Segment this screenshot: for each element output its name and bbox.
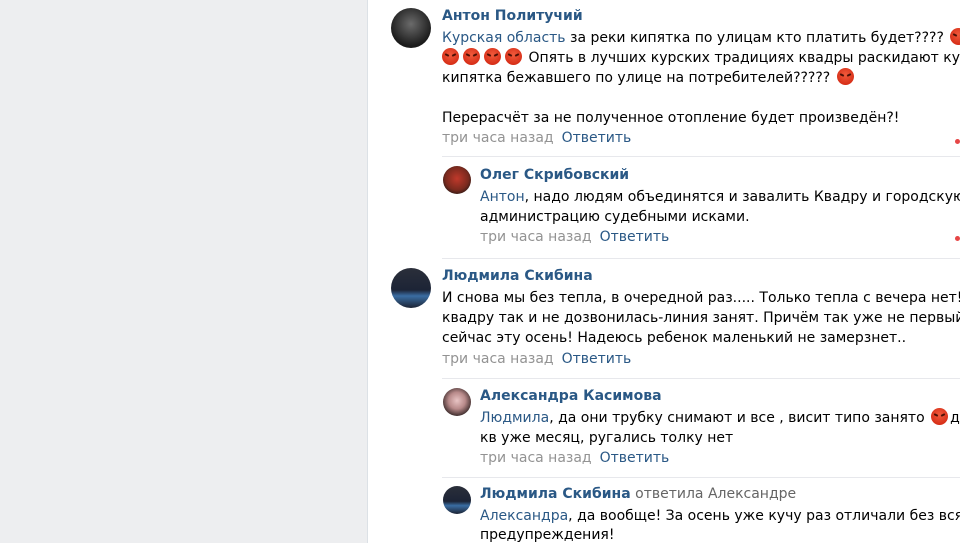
comment-text-line: кв уже месяц, ругались толку нет [480,430,734,446]
comment-text-line: Антон, надо людям объединятся и завалить… [480,189,960,205]
comment-text-line: И снова мы без тепла, в очередной раз...… [442,290,960,306]
comment-text-line: предупреждения! [480,527,615,543]
angry-face-icon [950,28,960,45]
comment-meta: три часа назад Ответить [480,229,669,245]
comment-text-line: Курская область за реки кипятка по улица… [442,28,960,48]
left-sidebar-background [0,0,367,543]
comment-text-line: кипятка бежавшего по улице на потребител… [442,68,856,88]
comment-time[interactable]: три часа назад [480,450,592,466]
column-divider [367,0,368,543]
comment-text-line: Александра, да вообще! За осень уже кучу… [480,508,960,524]
comment-divider [442,378,960,379]
comment-author[interactable]: Олег Скрибовский [480,167,629,183]
angry-face-icon [931,408,949,425]
angry-face-icon [836,68,854,85]
comment-time[interactable]: три часа назад [480,229,592,245]
reply-button[interactable]: Ответить [600,229,670,245]
comment-text-line: администрацию судебными исками. [480,209,750,225]
like-icon[interactable] [955,139,960,144]
like-icon[interactable] [955,236,960,241]
mention-link[interactable]: Александра [480,508,568,524]
comment-time[interactable]: три часа назад [442,130,554,146]
comment-author[interactable]: Людмила Скибина [442,268,593,284]
reply-button[interactable]: Ответить [600,450,670,466]
reply-button[interactable]: Ответить [562,351,632,367]
angry-face-icon [484,48,501,65]
comment-divider [442,258,960,259]
avatar[interactable] [391,8,431,48]
comment-text-line: Перерасчёт за не полученное отопление бу… [442,110,900,126]
reply-to-label: ответила Александре [630,486,797,502]
comment-author[interactable]: Людмила Скибина ответила Александре [480,486,796,502]
comment-text-line: квадру так и не дозвонилась-линия занят.… [442,310,960,326]
mention-link[interactable]: Антон [480,189,525,205]
comment-divider [442,156,960,157]
angry-face-icon [442,48,459,65]
angry-face-icon [505,48,522,65]
comment-text-line: Людмила, да они трубку снимают и все , в… [480,408,960,426]
comment-text-line: Опять в лучших курских традициях квадры … [442,48,960,68]
comment-author[interactable]: Александра Касимова [480,388,662,404]
mention-link[interactable]: Курская область [442,30,566,46]
comment-meta: три часа назад Ответить [442,130,631,146]
avatar[interactable] [443,388,471,416]
comment-meta: три часа назад Ответить [442,351,631,367]
comment-time[interactable]: три часа назад [442,351,554,367]
comment-author[interactable]: Антон Политучий [442,8,583,24]
reply-button[interactable]: Ответить [562,130,632,146]
angry-face-icon [463,48,480,65]
comment-text-line: сейчас эту осень! Надеюсь ребенок малень… [442,330,907,346]
comment-meta: три часа назад Ответить [480,450,669,466]
avatar[interactable] [391,268,431,308]
comment-divider [442,477,960,478]
avatar[interactable] [443,486,471,514]
mention-link[interactable]: Людмила [480,410,549,426]
avatar[interactable] [443,166,471,194]
